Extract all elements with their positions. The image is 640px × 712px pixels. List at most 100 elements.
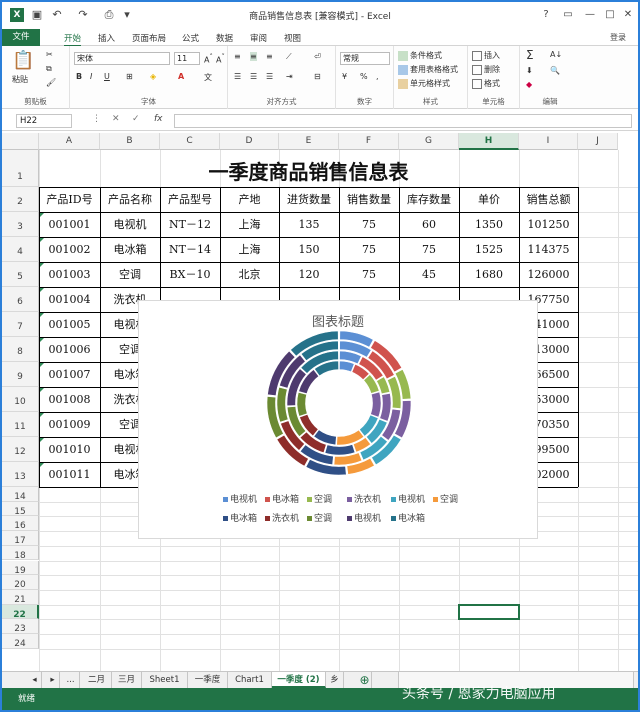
font-color-icon[interactable]: A <box>178 72 184 81</box>
sheet-tab[interactable]: 三月 <box>112 672 142 688</box>
row-header-22[interactable]: 22 <box>2 604 39 620</box>
row-header-12[interactable]: 12 <box>2 437 39 462</box>
row-header-1[interactable]: 1 <box>2 150 39 187</box>
table-cell[interactable]: 001011 <box>39 462 100 487</box>
legend-item[interactable]: 电视机 <box>223 492 257 505</box>
column-header-g[interactable]: G <box>399 133 459 150</box>
table-cell[interactable]: 001005 <box>39 312 100 337</box>
cell-styles-button[interactable]: 单元格样式 <box>398 78 450 89</box>
table-cell[interactable]: 75 <box>339 262 399 287</box>
donut-slice[interactable] <box>324 444 356 456</box>
legend-item[interactable]: 电冰箱 <box>265 492 299 505</box>
sheet-tab[interactable]: Sheet1 <box>142 672 188 688</box>
fill-color-icon[interactable]: ◈ <box>150 72 156 81</box>
table-cell[interactable]: 上海 <box>220 212 279 237</box>
find-select-icon[interactable]: 🔍 <box>550 66 560 75</box>
table-cell[interactable]: 001004 <box>39 287 100 312</box>
row-header-17[interactable]: 17 <box>2 531 39 546</box>
table-cell[interactable]: 150 <box>279 237 339 262</box>
italic-button[interactable]: I <box>90 72 92 81</box>
worksheet-grid[interactable]: A B C D E F G H I J 1 2 3 4 5 6 7 8 9 10 11 12 13 14 15 16 17 18 19 2… <box>2 133 638 671</box>
table-cell[interactable]: 电冰箱 <box>100 237 160 262</box>
align-top-icon[interactable]: ≡ <box>234 52 241 61</box>
table-cell[interactable]: NT－14 <box>160 237 220 262</box>
row-header-6[interactable]: 6 <box>2 287 39 312</box>
bold-button[interactable]: B <box>76 72 82 81</box>
table-cell[interactable]: 75 <box>399 237 459 262</box>
column-header-e[interactable]: E <box>279 133 339 150</box>
clear-icon[interactable]: ◆ <box>526 80 532 89</box>
row-header-23[interactable]: 23 <box>2 619 39 634</box>
accounting-format-icon[interactable]: ¥ <box>342 72 347 81</box>
row-header-8[interactable]: 8 <box>2 337 39 362</box>
table-cell[interactable]: 75 <box>339 237 399 262</box>
format-painter-icon[interactable]: 🖌 <box>46 78 56 87</box>
table-cell[interactable]: 1525 <box>459 237 519 262</box>
align-middle-icon[interactable]: ≡ <box>250 52 257 61</box>
table-header-cell[interactable]: 销售数量 <box>339 187 399 212</box>
donut-slice[interactable] <box>370 391 382 418</box>
wrap-text-icon[interactable]: ⏎ <box>314 52 321 61</box>
table-header-cell[interactable]: 产品名称 <box>100 187 160 212</box>
new-sheet-icon[interactable]: ⊕ <box>358 672 372 688</box>
legend-item[interactable]: 空调 <box>307 492 332 505</box>
row-header-11[interactable]: 11 <box>2 412 39 437</box>
number-format-select[interactable]: 常规 <box>340 52 390 65</box>
shrink-font-icon[interactable]: A˅ <box>216 53 225 65</box>
column-header-a[interactable]: A <box>39 133 100 150</box>
table-header-cell[interactable]: 进货数量 <box>279 187 339 212</box>
align-center-icon[interactable]: ☰ <box>250 72 257 81</box>
formula-input[interactable] <box>174 114 632 128</box>
table-header-cell[interactable]: 产地 <box>220 187 279 212</box>
border-icon[interactable]: ⊞ <box>126 72 133 81</box>
name-box[interactable]: H22 <box>16 114 72 128</box>
font-name-select[interactable]: 宋体 <box>74 52 170 65</box>
table-cell[interactable]: 001007 <box>39 362 100 387</box>
insert-cells-button[interactable]: 插入 <box>472 50 500 61</box>
table-cell[interactable]: 001003 <box>39 262 100 287</box>
row-header-20[interactable]: 20 <box>2 575 39 590</box>
delete-cells-button[interactable]: 删除 <box>472 64 500 75</box>
column-header-b[interactable]: B <box>100 133 160 150</box>
conditional-format-button[interactable]: 条件格式 <box>398 50 442 61</box>
row-header-14[interactable]: 14 <box>2 487 39 502</box>
maximize-button[interactable]: □ <box>600 6 620 24</box>
paste-button[interactable]: 粘贴 <box>12 74 28 85</box>
format-cells-button[interactable]: 格式 <box>472 78 500 89</box>
column-header-i[interactable]: I <box>519 133 578 150</box>
grow-font-icon[interactable]: A˄ <box>204 53 213 65</box>
legend-item[interactable]: 空调 <box>307 511 332 524</box>
donut-slice[interactable] <box>379 392 392 422</box>
table-cell[interactable]: 75 <box>339 212 399 237</box>
legend-item[interactable]: 空调 <box>433 492 458 505</box>
table-cell[interactable]: 114375 <box>519 237 578 262</box>
table-cell[interactable]: 101250 <box>519 212 578 237</box>
tab-review[interactable]: 审阅 <box>250 32 267 44</box>
paste-icon[interactable]: 📋 <box>12 50 34 71</box>
table-cell[interactable]: 1680 <box>459 262 519 287</box>
table-cell[interactable]: 120 <box>279 262 339 287</box>
copy-icon[interactable]: ⧉ <box>46 64 52 74</box>
comma-style-icon[interactable]: , <box>376 72 379 81</box>
column-header-j[interactable]: J <box>578 133 618 150</box>
table-cell[interactable]: 001009 <box>39 412 100 437</box>
column-header-d[interactable]: D <box>220 133 279 150</box>
row-header-24[interactable]: 24 <box>2 634 39 649</box>
table-cell[interactable]: 001006 <box>39 337 100 362</box>
column-header-h[interactable]: H <box>459 133 519 150</box>
login-link[interactable]: 登录 <box>610 32 626 43</box>
indent-icon[interactable]: ⇥ <box>286 72 293 81</box>
sheet-tab[interactable]: Chart1 <box>228 672 272 688</box>
column-header-c[interactable]: C <box>160 133 220 150</box>
legend-item[interactable]: 电冰箱 <box>223 511 257 524</box>
tab-page-layout[interactable]: 页面布局 <box>132 32 166 44</box>
table-header-cell[interactable]: 产品型号 <box>160 187 220 212</box>
tab-scroll-next-icon[interactable]: ▸ <box>46 672 60 688</box>
legend-item[interactable]: 洗衣机 <box>347 492 381 505</box>
align-right-icon[interactable]: ☰ <box>266 72 273 81</box>
chart-object[interactable]: 图表标题 电视机 电冰箱 空调 洗衣机 电视机 空调 电冰箱 洗衣机 空调 电视机 电冰箱 <box>138 300 538 539</box>
tab-scroll-prev-icon[interactable]: ◂ <box>28 672 42 688</box>
legend-item[interactable]: 电视机 <box>391 492 425 505</box>
column-header-f[interactable]: F <box>339 133 399 150</box>
table-cell[interactable]: 电视机 <box>100 212 160 237</box>
